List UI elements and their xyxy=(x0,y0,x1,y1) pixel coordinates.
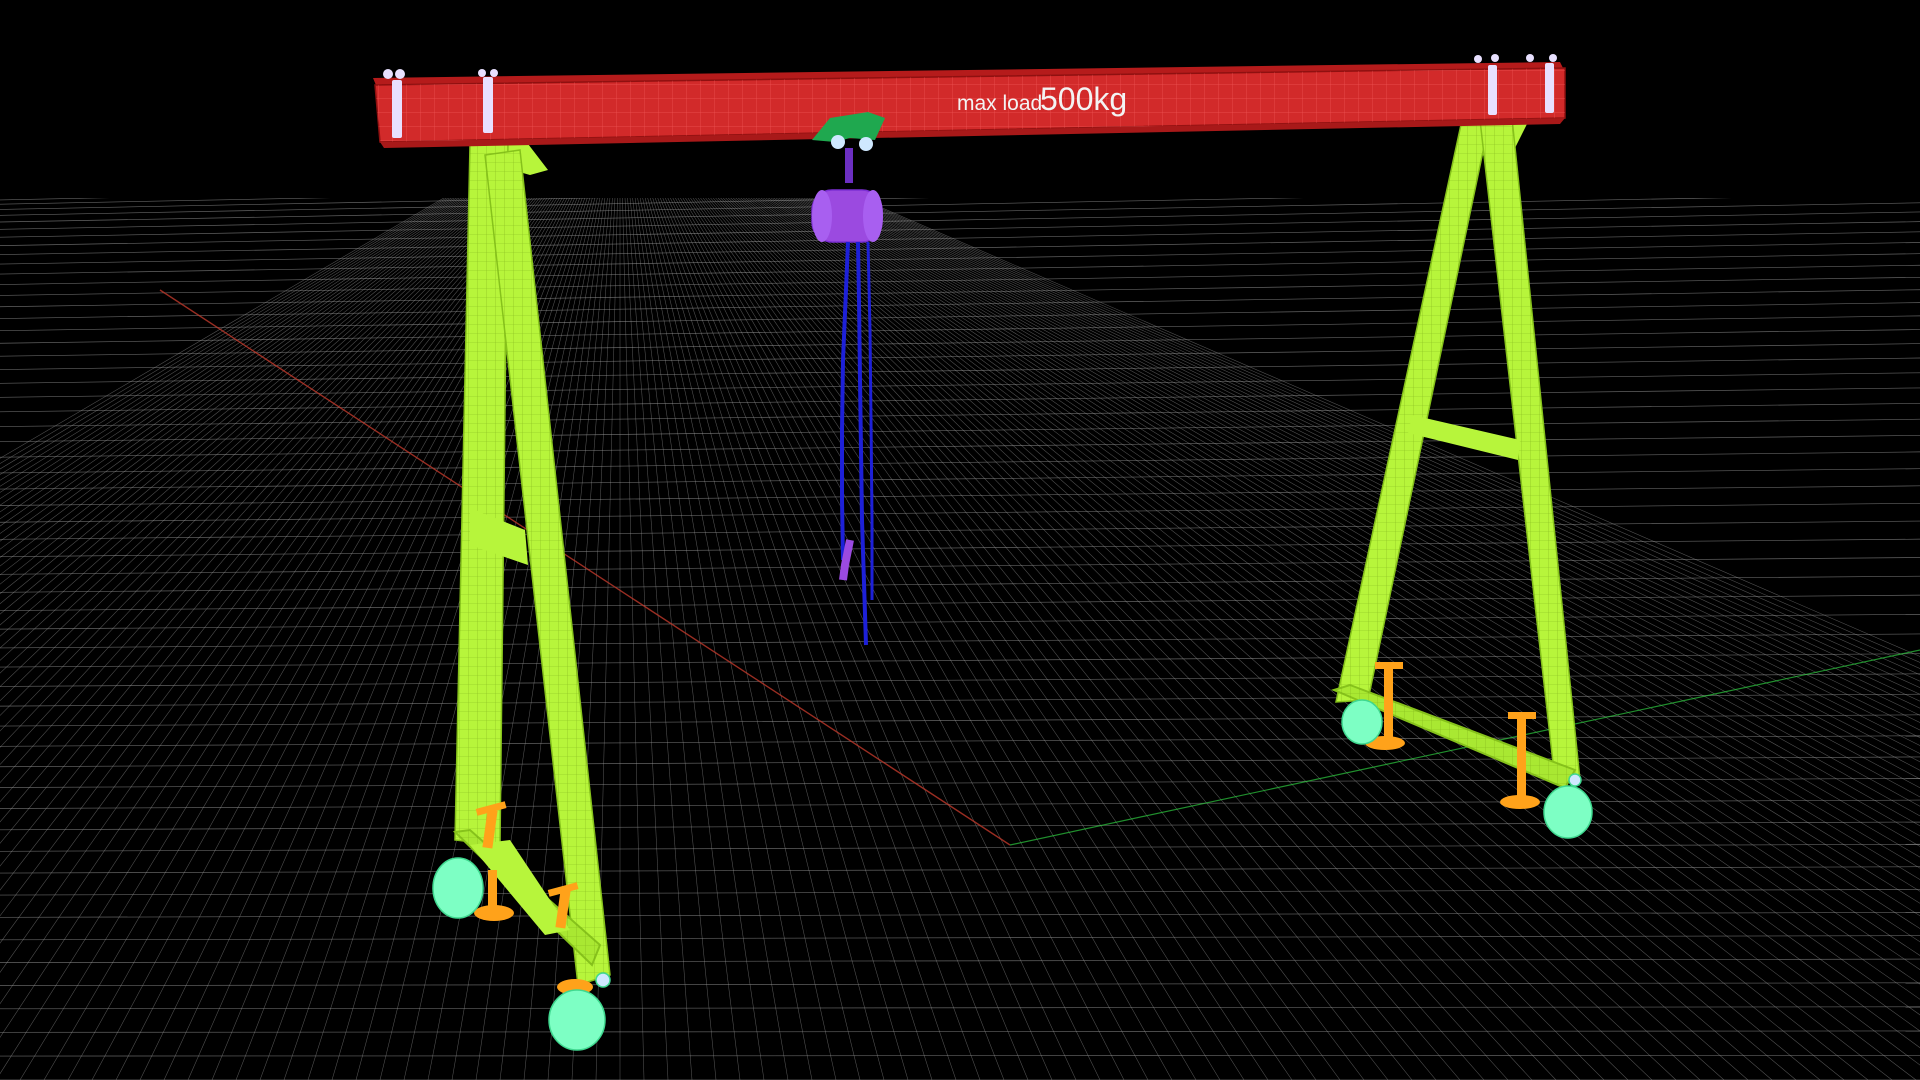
grid-line xyxy=(665,184,1125,1080)
grid-line xyxy=(628,184,717,1080)
max-load-value: 500kg xyxy=(1040,81,1127,117)
grid-line xyxy=(707,184,1581,1080)
grid-line xyxy=(0,302,1920,332)
grid-line xyxy=(0,1030,1920,1033)
grid-line xyxy=(736,184,1893,1080)
grid-line xyxy=(0,184,493,534)
grid-line xyxy=(769,184,1920,880)
grid-line xyxy=(0,211,1920,246)
grid-line xyxy=(0,184,513,615)
grid-line xyxy=(676,184,1245,1080)
grid-line xyxy=(674,184,1221,1080)
grid-line xyxy=(0,193,1920,230)
grid-line xyxy=(0,982,1920,986)
grid-line xyxy=(0,184,480,493)
grid-line xyxy=(778,184,1920,837)
grid-line xyxy=(0,614,1920,630)
grid-line xyxy=(0,184,522,661)
grid-line xyxy=(0,756,1920,768)
grid-line xyxy=(0,184,517,637)
grid-line xyxy=(0,821,1920,831)
grid-line xyxy=(0,693,1920,707)
grid-line xyxy=(626,184,693,1080)
grid-line xyxy=(723,184,1749,1080)
grid-line xyxy=(0,418,1920,443)
grid-line xyxy=(0,184,473,475)
grid-line xyxy=(0,435,1920,458)
grid-line xyxy=(683,184,1317,1080)
grid-line xyxy=(751,184,1920,985)
grid-line xyxy=(743,184,1920,1049)
grid-line xyxy=(740,184,1920,1066)
grid-line xyxy=(657,184,1029,1080)
grid-line xyxy=(0,1055,1920,1057)
grid-line xyxy=(0,1006,1920,1010)
grid-line xyxy=(729,184,1821,1080)
grid-line xyxy=(0,184,526,688)
grid-line xyxy=(0,502,1920,523)
grid-line xyxy=(0,538,1920,558)
grid-line xyxy=(694,184,1437,1080)
grid-line xyxy=(668,184,1149,1080)
grid-line xyxy=(0,575,1920,593)
grid-line xyxy=(0,184,500,558)
grid-line xyxy=(0,889,1920,896)
grid-line xyxy=(738,184,1917,1080)
grid-line xyxy=(0,958,1920,963)
grid-line xyxy=(0,184,471,470)
grid-line xyxy=(721,184,1725,1080)
grid-line xyxy=(0,264,1920,296)
grid-line xyxy=(754,184,1920,970)
grid-line xyxy=(727,184,1797,1080)
grid-line xyxy=(679,184,1269,1080)
grid-line xyxy=(696,184,1461,1080)
grid-line xyxy=(639,184,837,1080)
grid-line xyxy=(0,372,1920,398)
grid-line xyxy=(624,184,669,1080)
grid-line xyxy=(0,184,484,506)
3d-viewport[interactable]: max load 500kg xyxy=(0,0,1920,1080)
grid-line xyxy=(685,184,1341,1080)
grid-line xyxy=(749,184,1920,1000)
grid-line xyxy=(773,184,1920,858)
grid-line xyxy=(0,184,502,567)
grid-line xyxy=(632,184,765,1080)
grid-line xyxy=(758,184,1920,943)
grid-line xyxy=(687,184,1365,1080)
grid-line xyxy=(652,184,981,1080)
grid-line xyxy=(0,735,1920,747)
grid-line xyxy=(663,184,1101,1080)
grid-line xyxy=(0,633,1920,649)
grid-line xyxy=(0,799,1920,809)
grid-line xyxy=(0,184,469,464)
grid-line xyxy=(0,184,482,500)
grid-line xyxy=(0,184,489,520)
grid-line xyxy=(747,184,1920,1016)
grid-line xyxy=(0,184,506,585)
ground-grid xyxy=(0,0,1920,1080)
grid-line xyxy=(0,184,528,702)
grid-line xyxy=(659,184,1053,1080)
grid-line xyxy=(712,184,1629,1080)
grid-line xyxy=(701,184,1509,1080)
grid-line xyxy=(690,184,1389,1080)
grid-line xyxy=(621,184,645,1080)
grid-line xyxy=(0,653,1920,668)
grid-line xyxy=(0,778,1920,788)
grid-line xyxy=(0,594,1920,611)
grid-line xyxy=(0,184,491,527)
gantry-crane-render: max load 500kg xyxy=(0,0,1920,1080)
grid-line xyxy=(0,184,495,542)
grid-line xyxy=(0,403,1920,427)
grid-line xyxy=(0,184,515,626)
grid-line xyxy=(0,935,1920,941)
grid-line xyxy=(654,184,1005,1080)
grid-line xyxy=(0,912,1920,918)
max-load-text: max load xyxy=(957,92,1042,115)
grid-line xyxy=(0,184,478,487)
chain-hoist xyxy=(811,189,883,646)
grid-line xyxy=(0,184,504,576)
grid-line xyxy=(0,202,1920,238)
